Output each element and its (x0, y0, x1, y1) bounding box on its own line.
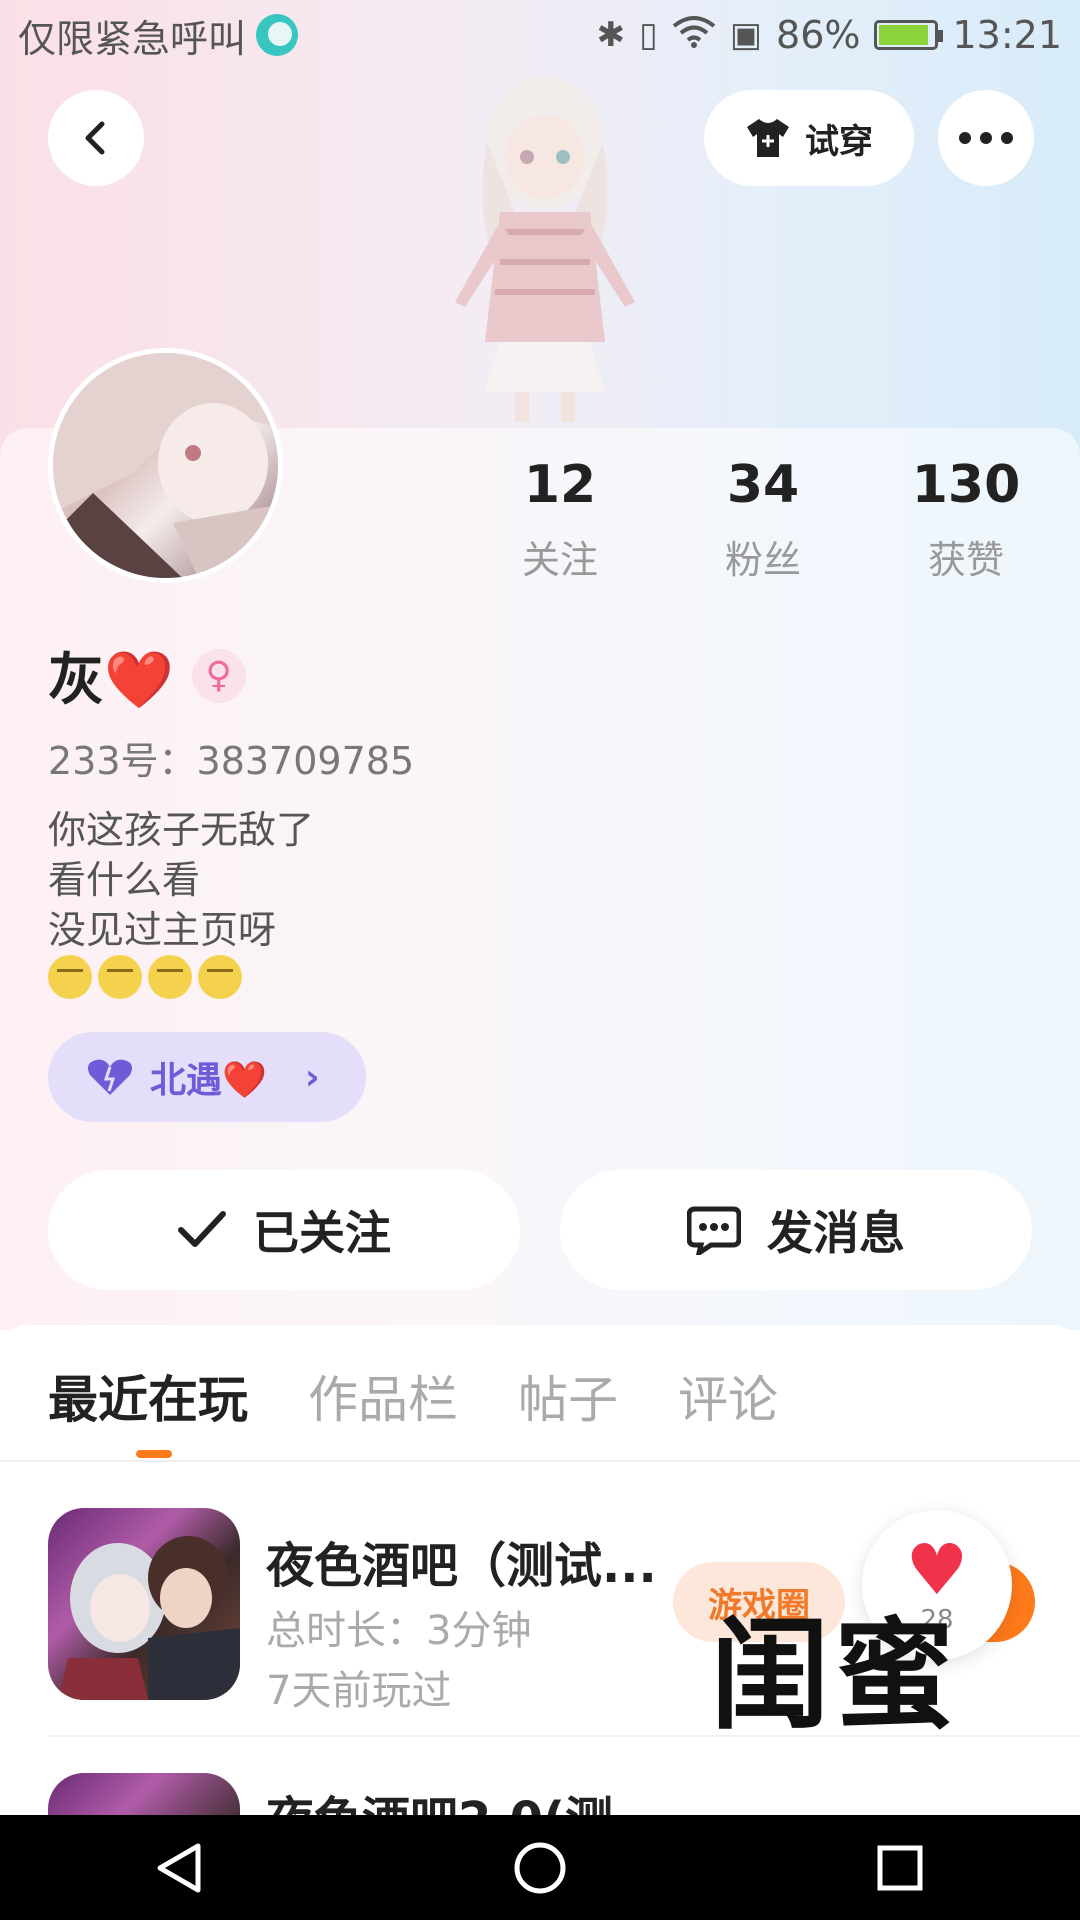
chevron-right-icon: › (304, 1056, 320, 1098)
tab-comments[interactable]: 评论 (678, 1360, 778, 1432)
eye-roll-emoji-icon (48, 955, 92, 999)
game-duration: 总时长：3分钟 (266, 1608, 532, 1654)
stat-label: 获赞 (927, 538, 1004, 582)
user-id: 233号：383709785 (48, 739, 415, 783)
game-last-played: 7天前玩过 (266, 1668, 452, 1714)
avatar-image (53, 353, 278, 578)
battery-icon (874, 20, 944, 50)
game-icon (48, 1508, 240, 1700)
stat-followers[interactable]: 34 粉丝 (663, 455, 863, 584)
chevron-left-icon (85, 121, 105, 155)
try-on-button[interactable]: 试穿 (704, 90, 914, 186)
more-dots-icon (959, 132, 1013, 144)
wifi-icon (672, 14, 716, 57)
eye-roll-emoji-icon (198, 955, 242, 999)
stat-value: 12 (523, 455, 597, 515)
nav-recents-button[interactable] (865, 1833, 935, 1903)
profile-tabs: 最近在玩 作品栏 帖子 评论 (48, 1360, 778, 1432)
stat-label: 关注 (521, 538, 598, 582)
circle-home-icon (514, 1842, 566, 1893)
vibrate-icon: ▯ (639, 15, 658, 55)
battery-percent: 86% (776, 13, 861, 57)
system-navigation-bar (0, 1815, 1080, 1920)
nav-home-button[interactable] (505, 1833, 575, 1903)
status-bar: 仅限紧急呼叫 ✱ ▯ ▣ 86% 13:21 (0, 0, 1080, 70)
list-divider (48, 1735, 1080, 1737)
following-label: 已关注 (253, 1206, 391, 1260)
tshirt-icon (747, 119, 789, 157)
purple-heart-icon (88, 1059, 132, 1095)
profile-bio: 你这孩子无敌了 看什么看 没见过主页呀 (48, 808, 315, 952)
bio-emojis (48, 955, 242, 999)
eye-roll-emoji-icon (148, 955, 192, 999)
clock: 13:21 (952, 13, 1062, 57)
stat-likes[interactable]: 130 获赞 (866, 455, 1066, 584)
chat-bubble-icon (687, 1206, 741, 1255)
name-row: 灰❤️ ♀ (48, 635, 246, 716)
tab-posts[interactable]: 帖子 (518, 1360, 618, 1432)
tab-recently-played[interactable]: 最近在玩 (48, 1360, 248, 1432)
female-gender-icon: ♀ (191, 648, 246, 703)
sim-icon: ▣ (729, 15, 763, 55)
bluetooth-icon: ✱ (596, 15, 626, 55)
profile-name: 灰❤️ (48, 648, 174, 713)
stat-value: 130 (911, 455, 1021, 515)
tab-works[interactable]: 作品栏 (308, 1360, 458, 1432)
stat-value: 34 (726, 455, 800, 515)
checkmark-icon (178, 1211, 226, 1247)
nav-back-button[interactable] (145, 1833, 215, 1903)
do-not-disturb-icon (256, 14, 299, 56)
try-on-label: 试穿 (805, 121, 873, 162)
back-button[interactable] (48, 90, 144, 186)
game-title: 夜色酒吧（测试... (266, 1538, 657, 1594)
send-message-label: 发消息 (767, 1206, 905, 1260)
stat-following[interactable]: 12 关注 (460, 455, 660, 584)
avatar[interactable] (48, 348, 283, 583)
relationship-tag-label: 北遇❤️ (150, 1060, 267, 1101)
tabs-divider (0, 1460, 1080, 1462)
eye-roll-emoji-icon (98, 955, 142, 999)
following-button[interactable]: 已关注 (48, 1170, 520, 1290)
active-tab-indicator (136, 1450, 172, 1458)
more-options-button[interactable] (938, 90, 1034, 186)
character-avatar-figure (455, 76, 635, 422)
stat-label: 粉丝 (724, 538, 801, 582)
square-recents-icon (877, 1845, 923, 1890)
relationship-tag[interactable]: 北遇❤️ › (48, 1032, 366, 1122)
overlay-caption: 闺蜜 (710, 1607, 958, 1746)
triangle-back-icon (157, 1843, 201, 1892)
carrier-text: 仅限紧急呼叫 (18, 16, 247, 61)
send-message-button[interactable]: 发消息 (560, 1170, 1032, 1290)
